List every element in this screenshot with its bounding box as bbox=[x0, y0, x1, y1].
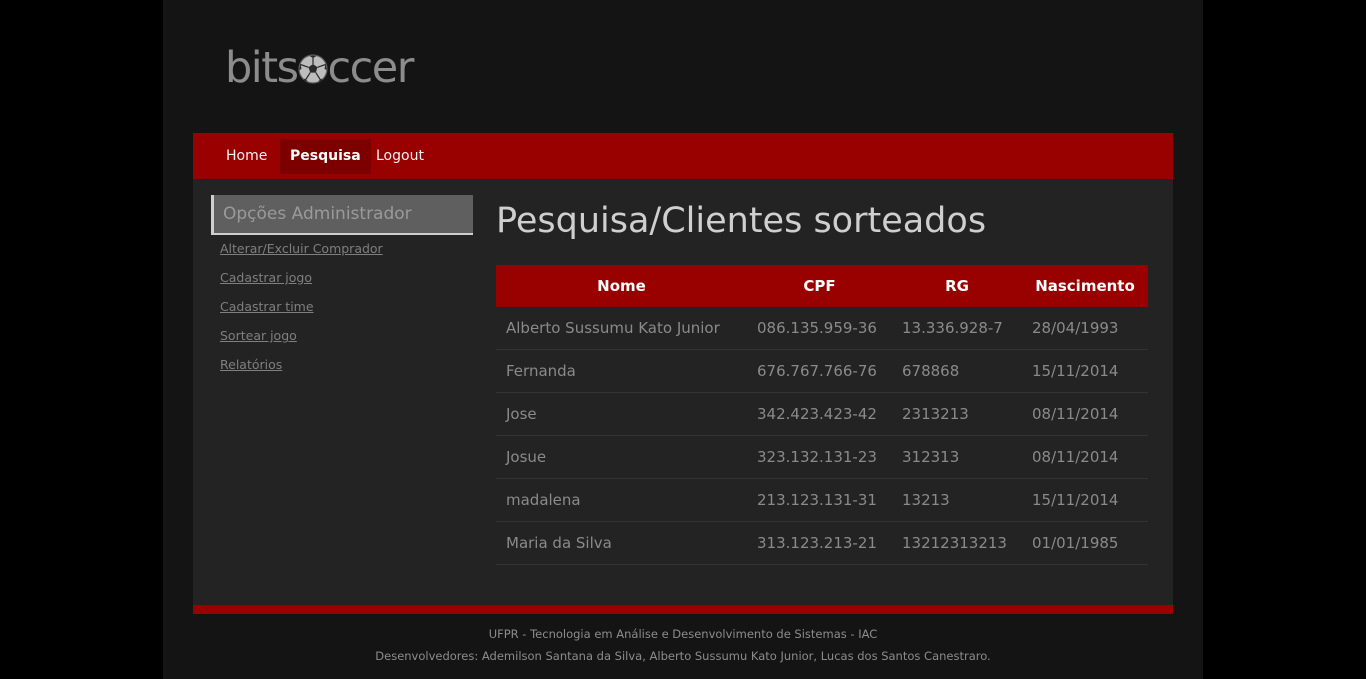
nav-pesquisa[interactable]: Pesquisa bbox=[280, 139, 371, 174]
cell-rg: 13212313213 bbox=[892, 521, 1022, 565]
clients-table: Nome CPF RG Nascimento Alberto Sussumu K… bbox=[496, 265, 1148, 565]
sidebar-menu: Alterar/Excluir Comprador Cadastrar jogo… bbox=[220, 240, 383, 385]
cell-rg: 13.336.928-7 bbox=[892, 307, 1022, 350]
footer-institution: UFPR - Tecnologia em Análise e Desenvolv… bbox=[488, 627, 878, 641]
sidebar-link-cadastrar-time[interactable]: Cadastrar time bbox=[220, 298, 383, 327]
column-header-rg: RG bbox=[892, 265, 1022, 307]
cell-nome: Alberto Sussumu Kato Junior bbox=[496, 307, 747, 350]
page: bits ccer Home Pesquisa Logout Opções Ad… bbox=[163, 0, 1203, 679]
table-row: Maria da Silva 313.123.213-21 1321231321… bbox=[496, 521, 1148, 565]
sidebar-link-sortear-jogo[interactable]: Sortear jogo bbox=[220, 327, 383, 356]
column-header-nascimento: Nascimento bbox=[1022, 265, 1148, 307]
logo-text-left: bits bbox=[225, 43, 299, 93]
footer-divider bbox=[193, 605, 1173, 614]
cell-rg: 312313 bbox=[892, 435, 1022, 479]
cell-rg: 678868 bbox=[892, 349, 1022, 393]
footer-developers: Desenvolvedores: Ademilson Santana da Si… bbox=[375, 649, 991, 663]
column-header-nome: Nome bbox=[496, 265, 747, 307]
nav-home[interactable]: Home bbox=[216, 139, 277, 174]
sidebar-title: Opções Administrador bbox=[223, 204, 412, 224]
logo-text-right: ccer bbox=[327, 43, 415, 93]
cell-cpf: 323.132.131-23 bbox=[747, 435, 892, 479]
table-row: madalena 213.123.131-31 13213 15/11/2014 bbox=[496, 478, 1148, 522]
cell-nascimento: 15/11/2014 bbox=[1022, 478, 1148, 522]
cell-nascimento: 15/11/2014 bbox=[1022, 349, 1148, 393]
cell-nome: Fernanda bbox=[496, 349, 747, 393]
cell-nome: Josue bbox=[496, 435, 747, 479]
table-row: Josue 323.132.131-23 312313 08/11/2014 bbox=[496, 435, 1148, 479]
nav-logout[interactable]: Logout bbox=[366, 139, 434, 174]
cell-cpf: 086.135.959-36 bbox=[747, 307, 892, 350]
table-row: Fernanda 676.767.766-76 678868 15/11/201… bbox=[496, 349, 1148, 393]
top-nav: Home Pesquisa Logout bbox=[193, 133, 1173, 179]
sidebar-link-relatorios[interactable]: Relatórios bbox=[220, 356, 383, 385]
cell-cpf: 676.767.766-76 bbox=[747, 349, 892, 393]
page-title: Pesquisa/Clientes sorteados bbox=[496, 201, 987, 241]
cell-cpf: 213.123.131-31 bbox=[747, 478, 892, 522]
cell-rg: 13213 bbox=[892, 478, 1022, 522]
cell-nascimento: 08/11/2014 bbox=[1022, 435, 1148, 479]
cell-nome: Maria da Silva bbox=[496, 521, 747, 565]
cell-rg: 2313213 bbox=[892, 392, 1022, 436]
table-row: Jose 342.423.423-42 2313213 08/11/2014 bbox=[496, 392, 1148, 436]
cell-cpf: 342.423.423-42 bbox=[747, 392, 892, 436]
cell-nome: Jose bbox=[496, 392, 747, 436]
logo[interactable]: bits ccer bbox=[225, 40, 415, 98]
cell-nascimento: 01/01/1985 bbox=[1022, 521, 1148, 565]
cell-nome: madalena bbox=[496, 478, 747, 522]
cell-nascimento: 28/04/1993 bbox=[1022, 307, 1148, 350]
table-row: Alberto Sussumu Kato Junior 086.135.959-… bbox=[496, 307, 1148, 350]
column-header-cpf: CPF bbox=[747, 265, 892, 307]
table-header-row: Nome CPF RG Nascimento bbox=[496, 265, 1148, 307]
cell-nascimento: 08/11/2014 bbox=[1022, 392, 1148, 436]
sidebar-link-alterar-comprador[interactable]: Alterar/Excluir Comprador bbox=[220, 240, 383, 269]
content-area: Opções Administrador Alterar/Excluir Com… bbox=[193, 179, 1173, 605]
sidebar-link-cadastrar-jogo[interactable]: Cadastrar jogo bbox=[220, 269, 383, 298]
sidebar-header: Opções Administrador bbox=[211, 195, 473, 235]
cell-cpf: 313.123.213-21 bbox=[747, 521, 892, 565]
soccer-ball-icon bbox=[297, 42, 328, 98]
